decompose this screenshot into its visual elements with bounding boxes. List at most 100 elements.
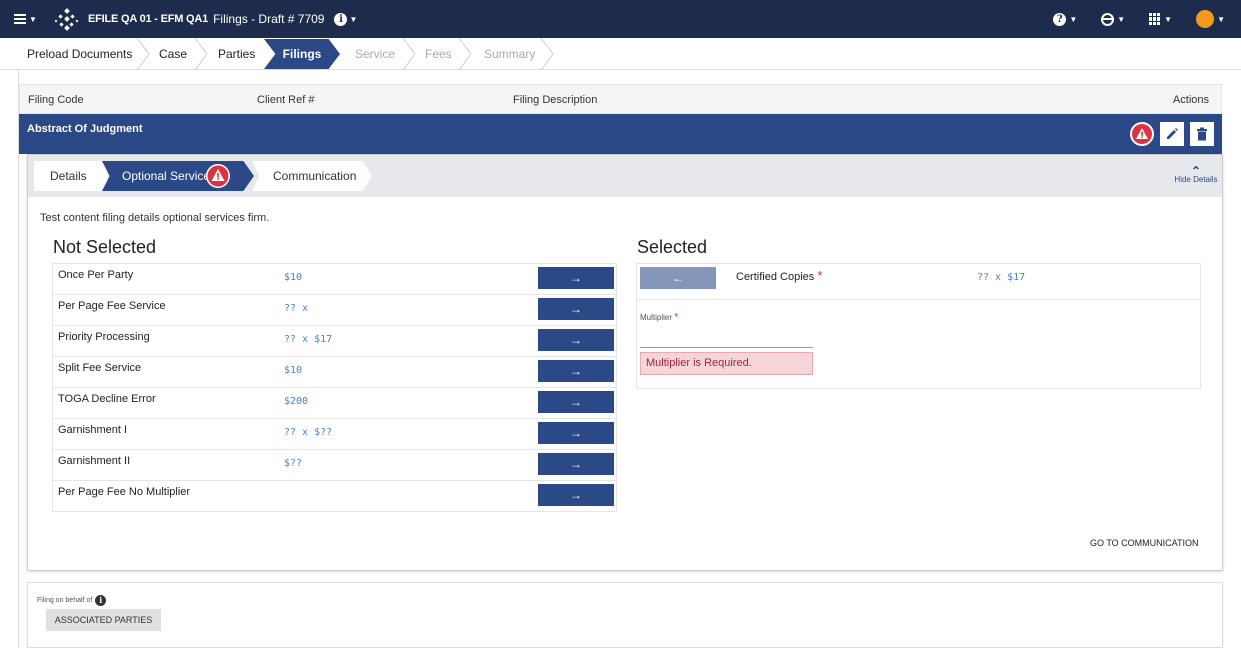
filing-details-panel: Details Optional Services Communication …	[27, 154, 1223, 571]
apps-menu[interactable]: ▼	[1149, 13, 1172, 25]
service-price: ?? x $??	[284, 427, 333, 438]
details-tabs: Details Optional Services Communication …	[28, 155, 1222, 197]
hide-details-label: Hide Details	[1174, 175, 1218, 184]
apps-grid-icon	[1149, 13, 1161, 25]
trash-icon	[1197, 127, 1207, 141]
caret-down-icon: ▼	[1217, 14, 1225, 24]
selected-heading: Selected	[637, 237, 708, 257]
info-icon[interactable]: i	[95, 595, 107, 606]
list-item: Once Per Party $10 →	[52, 263, 617, 294]
service-price: $200	[284, 396, 309, 407]
multiplier-error: Multiplier is Required.	[640, 352, 813, 375]
edit-filing-button[interactable]	[1160, 122, 1184, 146]
go-to-communication-button[interactable]: GO TO COMMUNICATION	[1090, 538, 1199, 548]
step-chevron	[402, 38, 416, 70]
intro-text: Test content filing details optional ser…	[40, 212, 270, 224]
multiplier-input[interactable]	[640, 322, 813, 348]
step-chevron	[194, 38, 208, 70]
main-menu-button[interactable]: ▼	[14, 12, 40, 26]
service-name: Per Page Fee Service	[58, 300, 166, 312]
service-price: ?? x $17	[284, 334, 333, 345]
delete-filing-button[interactable]	[1190, 122, 1214, 146]
draft-label: Filings - Draft # 7709	[213, 12, 325, 26]
filing-row[interactable]: Abstract Of Judgment	[19, 114, 1222, 154]
top-bar: ▼ EFILE QA 01 - EFM QA1 Filings - Draft …	[0, 0, 1241, 38]
not-selected-heading: Not Selected	[53, 237, 157, 257]
service-price: $??	[284, 458, 303, 469]
header-actions: Actions	[1172, 94, 1209, 106]
add-service-button[interactable]: →	[538, 391, 614, 413]
tab-optional-services[interactable]: Optional Services	[102, 161, 254, 191]
selected-service-name: Certified Copies *	[736, 268, 822, 283]
step-chevron	[136, 38, 150, 70]
service-price: $10	[284, 365, 303, 376]
help-icon: ?	[1053, 12, 1067, 26]
step-chevron	[458, 38, 472, 70]
step-preload-documents[interactable]: Preload Documents	[27, 38, 132, 70]
step-filings[interactable]: Filings	[264, 39, 340, 69]
filing-name: Abstract Of Judgment	[27, 123, 143, 135]
tab-optional-services-label: Optional Services	[122, 169, 217, 183]
step-case[interactable]: Case	[159, 38, 187, 70]
service-price: $10	[284, 272, 303, 283]
filing-warning-icon	[1130, 122, 1154, 146]
caret-down-icon: ▼	[1069, 14, 1078, 24]
filing-on-behalf-text: Filing on behalf of	[37, 597, 93, 604]
service-name: Once Per Party	[58, 269, 134, 281]
filing-on-behalf-card: Filing on behalf of i ASSOCIATED PARTIES	[27, 582, 1223, 648]
not-selected-list: Once Per Party $10 → Per Page Fee Servic…	[52, 263, 617, 512]
info-dropdown[interactable]: i ▼	[334, 12, 358, 26]
selected-service-price: ?? x $17	[977, 272, 1026, 283]
service-name: Priority Processing	[58, 331, 150, 343]
caret-down-icon: ▼	[349, 14, 358, 24]
service-name: Garnishment I	[58, 424, 128, 436]
service-name: TOGA Decline Error	[58, 393, 156, 405]
warning-icon	[206, 164, 230, 188]
language-menu[interactable]: ▼	[1101, 12, 1126, 26]
list-item: Garnishment II $?? →	[52, 449, 617, 480]
filings-table-header: Filing Code Client Ref # Filing Descript…	[19, 84, 1222, 114]
caret-down-icon: ▼	[1117, 14, 1126, 24]
globe-icon	[1101, 12, 1115, 26]
list-item: Garnishment I ?? x $?? →	[52, 418, 617, 449]
user-avatar	[1196, 10, 1215, 28]
divider	[637, 299, 1200, 300]
associated-parties-button[interactable]: ASSOCIATED PARTIES	[46, 609, 161, 631]
header-filing-description: Filing Description	[513, 94, 598, 106]
header-client-ref: Client Ref #	[257, 94, 315, 106]
list-item: Split Fee Service $10 →	[52, 356, 617, 387]
app-title: EFILE QA 01 - EFM QA1	[88, 13, 209, 25]
tab-communication[interactable]: Communication	[273, 161, 356, 191]
logo-icon	[54, 8, 79, 31]
remove-service-button[interactable]: ←	[640, 267, 716, 289]
tab-details[interactable]: Details	[50, 161, 87, 191]
step-fees: Fees	[425, 47, 452, 61]
list-item: Priority Processing ?? x $17 →	[52, 325, 617, 356]
add-service-button[interactable]: →	[538, 422, 614, 444]
step-service: Service	[355, 47, 396, 61]
list-item: Per Page Fee No Multiplier →	[52, 480, 617, 511]
add-service-button[interactable]: →	[538, 484, 614, 506]
list-item: TOGA Decline Error $200 →	[52, 387, 617, 418]
caret-down-icon: ▼	[29, 14, 37, 24]
selected-list: ← Certified Copies * ?? x $17 Multiplier…	[636, 263, 1201, 389]
header-filing-code: Filing Code	[28, 94, 84, 106]
user-menu[interactable]: ▼	[1196, 10, 1225, 28]
service-price: ?? x	[284, 303, 309, 314]
help-menu[interactable]: ? ▼	[1053, 12, 1078, 26]
step-summary: Summary	[484, 47, 536, 61]
add-service-button[interactable]: →	[538, 298, 614, 320]
service-name: Per Page Fee No Multiplier	[58, 486, 191, 498]
caret-down-icon: ▼	[1164, 14, 1173, 24]
step-parties[interactable]: Parties	[218, 38, 255, 70]
add-service-button[interactable]: →	[538, 329, 614, 351]
add-service-button[interactable]: →	[538, 453, 614, 475]
list-item: Per Page Fee Service ?? x →	[52, 294, 617, 325]
add-service-button[interactable]: →	[538, 267, 614, 289]
add-service-button[interactable]: →	[538, 360, 614, 382]
menu-icon	[14, 12, 26, 26]
selected-service-label: Certified Copies	[736, 271, 815, 283]
hide-details-button[interactable]: ⌃ Hide Details	[1174, 165, 1218, 184]
filing-on-behalf-label: Filing on behalf of i	[37, 595, 107, 606]
multiplier-label-text: Multiplier	[640, 313, 673, 322]
